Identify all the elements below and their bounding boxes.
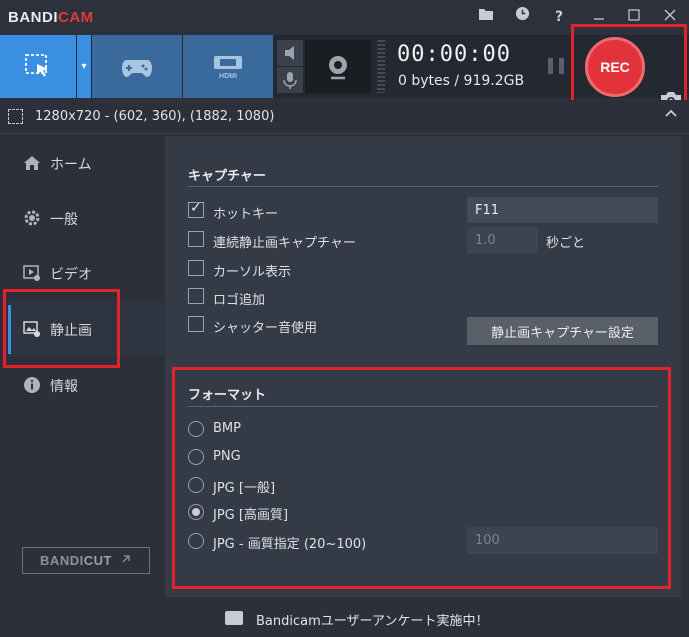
gear-icon: [22, 209, 42, 229]
external-link-icon: [120, 553, 132, 568]
mode-dropdown-button[interactable]: ▾: [77, 35, 91, 98]
webcam-icon: [329, 55, 347, 79]
region-select-icon[interactable]: [8, 109, 23, 124]
image-capture-settings-button[interactable]: 静止画キャプチャー設定: [467, 317, 658, 345]
message-icon: [225, 611, 243, 625]
help-icon[interactable]: ?: [548, 6, 570, 28]
chevron-down-icon: ▾: [81, 61, 87, 72]
app-logo: BANDICAM: [8, 9, 94, 26]
sidebar-item-label: 情報: [50, 378, 78, 395]
microphone-button[interactable]: [277, 67, 303, 93]
webcam-button[interactable]: [305, 40, 371, 93]
footer: Bandicamユーザーアンケート実施中！: [0, 600, 689, 637]
sidebar-item-home[interactable]: ホーム: [8, 136, 164, 191]
record-highlight-box: [571, 24, 687, 110]
audio-controls: [277, 40, 303, 93]
hotkey-checkbox[interactable]: [188, 200, 204, 218]
game-mode-icon: [122, 59, 152, 77]
bandicut-button[interactable]: BANDI CUT: [22, 547, 150, 574]
file-size: 0 bytes / 919.2GB: [398, 73, 525, 89]
sidebar-item-label: ビデオ: [50, 266, 92, 283]
logo-label: ロゴ追加: [213, 293, 266, 308]
shutter-sound-label: シャッター音使用: [213, 321, 318, 336]
divider: [188, 186, 658, 187]
pause-button[interactable]: [548, 58, 566, 74]
game-mode-button[interactable]: [92, 35, 182, 98]
format-highlight-box: [172, 367, 671, 589]
rectangle-mode-button[interactable]: [0, 35, 76, 98]
interval-field[interactable]: 1.0: [467, 227, 538, 254]
rectangle-mode-icon: [25, 53, 48, 76]
hdmi-mode-icon: HDMI: [214, 55, 242, 80]
home-icon: [22, 154, 42, 174]
capture-section-title: キャプチャー: [188, 169, 266, 184]
recording-timer: 00:00:00: [397, 42, 511, 67]
clock-icon[interactable]: [511, 6, 533, 28]
level-meter: [377, 40, 385, 93]
sidebar-item-label: ホーム: [50, 156, 92, 173]
collapse-chevron-icon[interactable]: [664, 106, 678, 122]
info-icon: [22, 376, 42, 396]
folder-icon[interactable]: [475, 6, 497, 28]
continuous-capture-checkbox[interactable]: [188, 231, 204, 247]
speaker-icon: [285, 46, 294, 60]
microphone-icon: [283, 72, 297, 89]
hotkey-field[interactable]: F11: [467, 197, 658, 223]
hotkey-label: ホットキー: [213, 207, 279, 222]
svg-text:HDMI: HDMI: [219, 73, 237, 80]
logo-checkbox[interactable]: [188, 288, 204, 304]
cursor-label: カーソル表示: [213, 265, 292, 280]
sidebar-item-general[interactable]: 一般: [8, 191, 164, 246]
speaker-button[interactable]: [277, 40, 303, 66]
region-bar: 1280x720 - (602, 360), (1882, 1080): [0, 100, 689, 134]
device-mode-button[interactable]: HDMI: [183, 35, 273, 98]
cursor-checkbox[interactable]: [188, 260, 204, 276]
interval-unit: 秒ごと: [546, 236, 586, 251]
survey-link[interactable]: Bandicamユーザーアンケート実施中！: [256, 610, 488, 629]
video-icon: [22, 264, 42, 284]
region-info: 1280x720 - (602, 360), (1882, 1080): [35, 109, 275, 124]
shutter-sound-checkbox[interactable]: [188, 316, 204, 332]
sidebar-item-label: 一般: [50, 211, 78, 228]
continuous-capture-label: 連続静止画キャプチャー: [213, 236, 356, 251]
sidebar-highlight-box: [3, 289, 120, 368]
